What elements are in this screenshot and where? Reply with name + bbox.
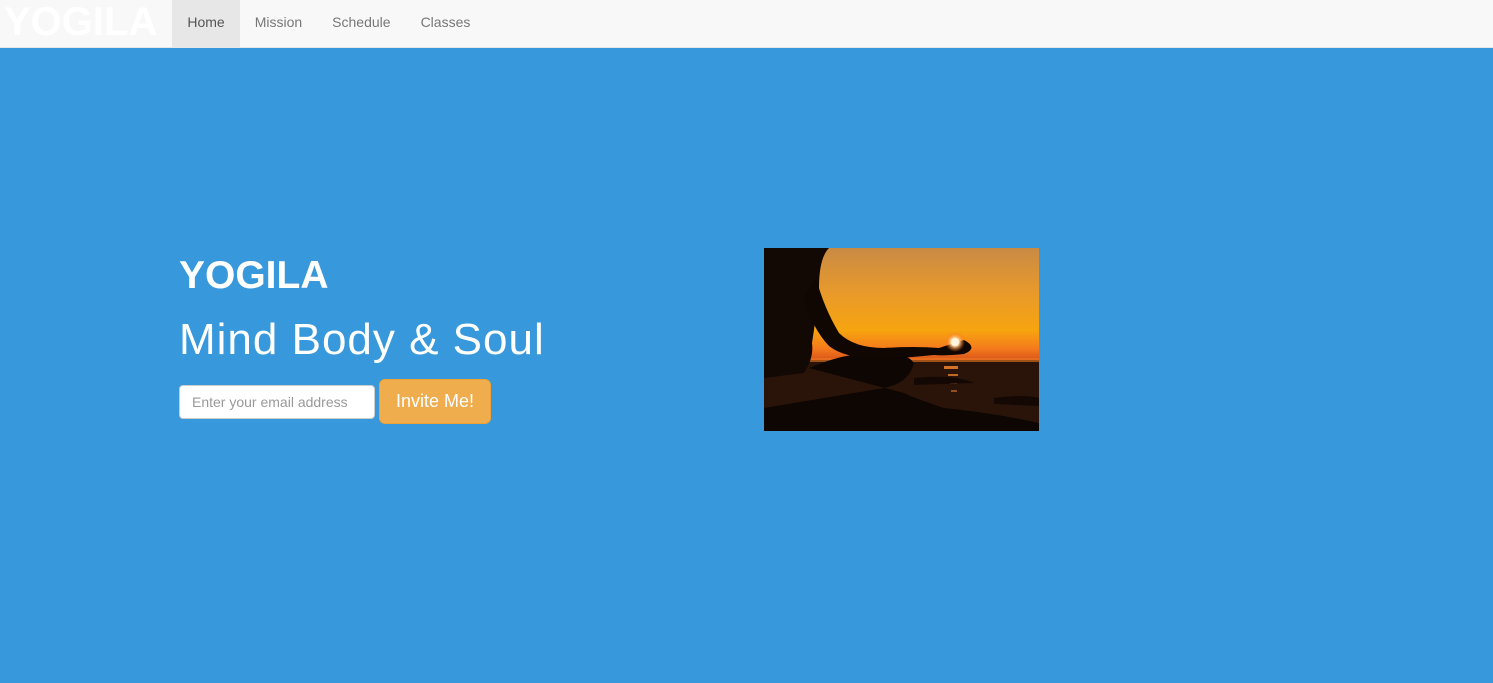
- invite-button[interactable]: Invite Me!: [379, 379, 492, 424]
- invite-form: Invite Me!: [179, 379, 492, 424]
- nav-item-classes[interactable]: Classes: [406, 0, 486, 47]
- top-navbar: YOGILA Home Mission Schedule Classes: [0, 0, 1493, 48]
- hero-tagline: Mind Body & Soul: [179, 315, 545, 364]
- email-input[interactable]: [179, 384, 375, 419]
- brand-logo[interactable]: YOGILA: [0, 0, 172, 47]
- nav-item-home[interactable]: Home: [172, 0, 240, 47]
- nav-item-mission[interactable]: Mission: [240, 0, 317, 47]
- meditation-sunset-photo: [764, 248, 1039, 431]
- hero-title: YOGILA: [179, 254, 329, 297]
- nav-item-schedule[interactable]: Schedule: [317, 0, 405, 47]
- main-nav: Home Mission Schedule Classes: [172, 0, 485, 47]
